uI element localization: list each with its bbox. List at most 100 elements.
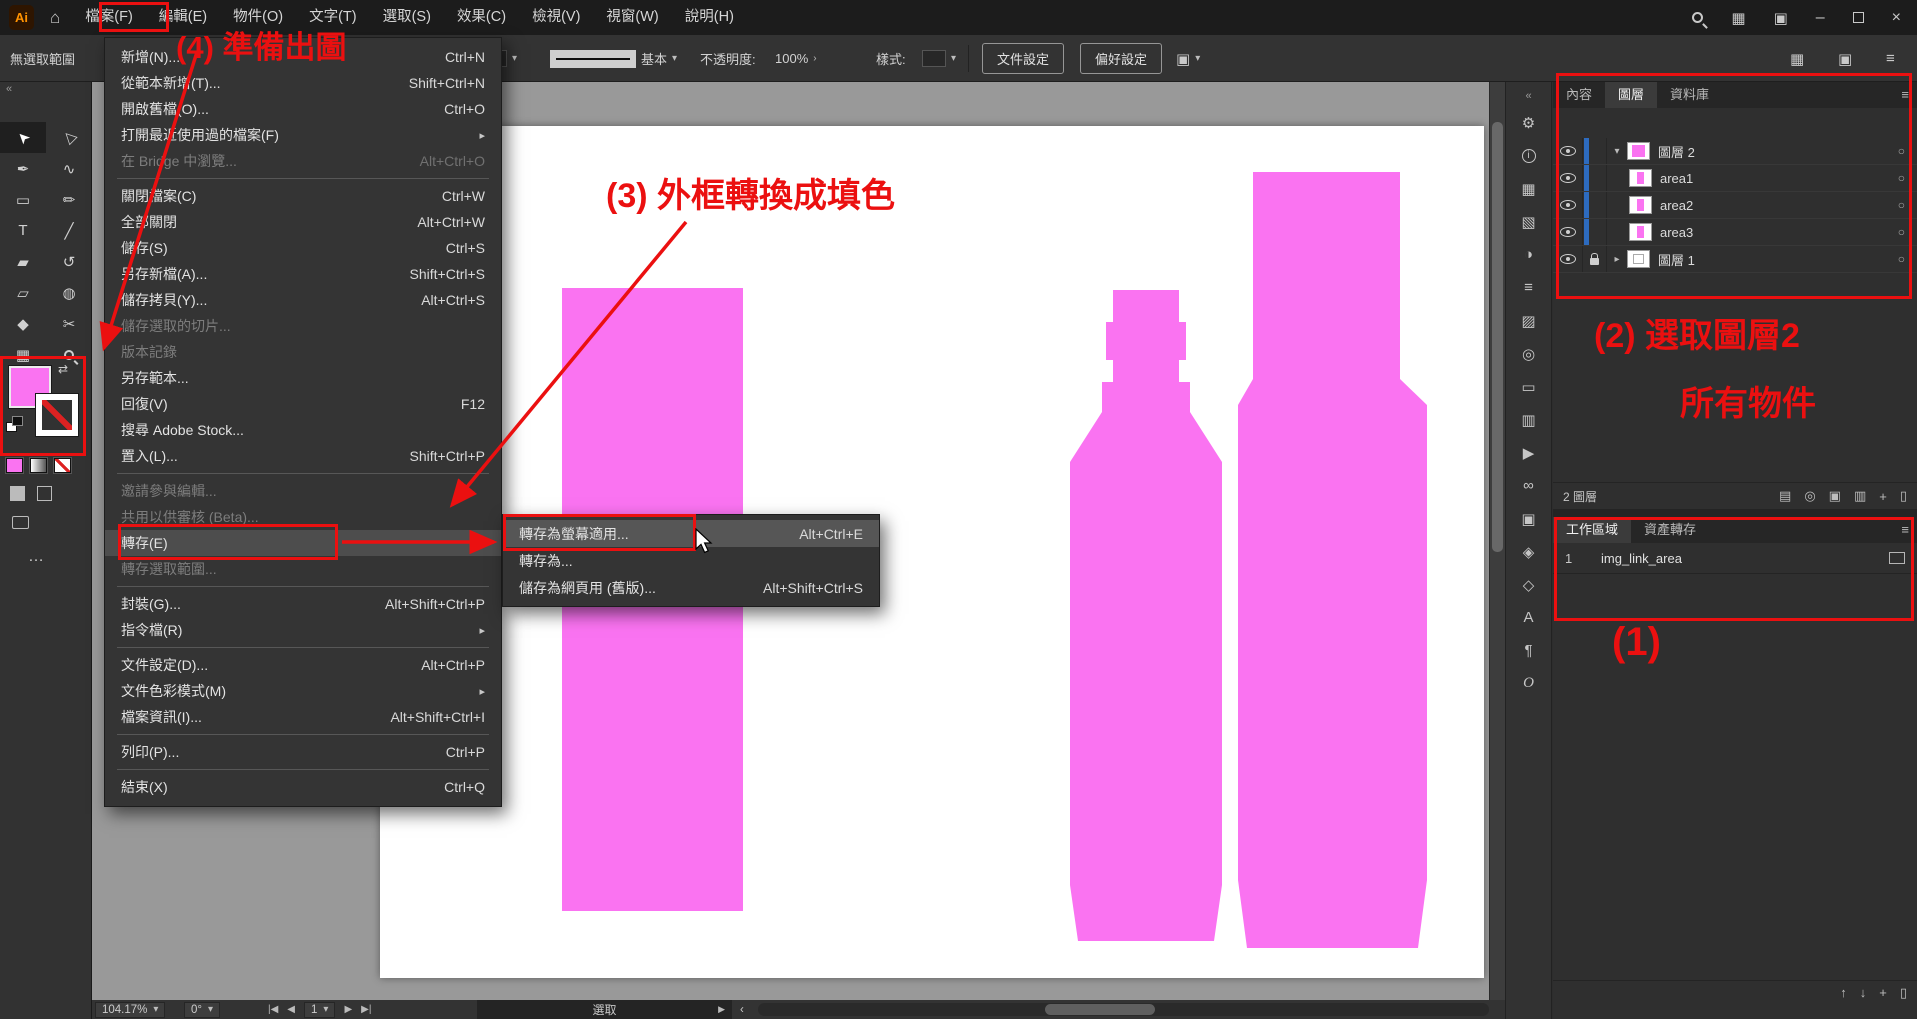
menu-item-save-for-web[interactable]: 儲存為網頁用 (舊版)...Alt+Shift+Ctrl+S	[503, 574, 879, 601]
locate-object-icon[interactable]: ◎	[1804, 488, 1815, 504]
target-circle-icon[interactable]: ○	[1898, 144, 1905, 158]
menu-window[interactable]: 視窗(W)	[593, 0, 671, 35]
artwork-bottle-small[interactable]	[1070, 290, 1222, 941]
vertical-scrollbar[interactable]	[1489, 82, 1505, 1000]
style-dropdown[interactable]: ▾	[922, 35, 956, 82]
expander-open-icon[interactable]: ▾	[1607, 146, 1627, 157]
rotation-dropdown[interactable]: 0°▾	[184, 1001, 220, 1018]
menu-edit[interactable]: 編輯(E)	[146, 0, 220, 35]
rotate-tool[interactable]: ↺	[46, 246, 92, 277]
menu-help[interactable]: 說明(H)	[672, 0, 747, 35]
artboards-panel-icon[interactable]: ▭	[1506, 370, 1551, 403]
target-circle-icon[interactable]: ○	[1898, 198, 1905, 212]
artboard-row[interactable]: 1 img_link_area	[1553, 543, 1917, 574]
pencil-tool[interactable]: ✏	[46, 184, 92, 215]
menu-item-close[interactable]: 關閉檔案(C)Ctrl+W	[105, 183, 501, 209]
panel-layout-icon[interactable]: ▣	[1838, 35, 1852, 82]
menu-item-open-recent[interactable]: 打開最近使用過的檔案(F)▸	[105, 122, 501, 148]
pen-tool[interactable]: ✒	[0, 153, 46, 184]
actions-panel-icon[interactable]: ▶	[1506, 436, 1551, 469]
new-artboard-icon[interactable]: +	[1879, 985, 1887, 1000]
visibility-eye-icon[interactable]	[1560, 254, 1576, 264]
menu-item-place[interactable]: 置入(L)...Shift+Ctrl+P	[105, 443, 501, 469]
direct-selection-tool[interactable]: ▷	[46, 122, 92, 153]
asset-export-panel-icon[interactable]: ▣	[1506, 502, 1551, 535]
menu-object[interactable]: 物件(O)	[220, 0, 296, 35]
gradient-button[interactable]	[30, 458, 47, 473]
transform-panel-icon[interactable]: ▦	[1506, 172, 1551, 205]
stroke-color-swatch[interactable]	[36, 394, 78, 436]
links-panel-icon[interactable]: ∞	[1506, 469, 1551, 502]
layer-row-layer1[interactable]: ▸ 圖層 1 ○	[1553, 246, 1917, 273]
horizontal-scrollbar-thumb[interactable]	[1045, 1004, 1155, 1015]
visibility-eye-icon[interactable]	[1560, 227, 1576, 237]
layer-row-layer2[interactable]: ▾ 圖層 2 ○	[1553, 138, 1917, 165]
transparency-panel-icon[interactable]: ▨	[1506, 304, 1551, 337]
artwork-bottle-large[interactable]	[1238, 172, 1427, 948]
target-circle-icon[interactable]: ○	[1898, 225, 1905, 239]
expand-panels-icon[interactable]: «	[1506, 86, 1551, 106]
arrange-documents-icon[interactable]: ▦	[1731, 9, 1745, 27]
panel-menu-icon[interactable]: ≡	[1901, 517, 1909, 543]
scale-tool[interactable]: ▱	[0, 277, 46, 308]
next-artboard-icon[interactable]: ▶	[344, 1004, 352, 1015]
gradient-panel-icon[interactable]: ◑	[1506, 238, 1551, 271]
search-icon[interactable]	[1692, 12, 1703, 23]
tab-libraries[interactable]: 資料庫	[1657, 82, 1722, 108]
menu-item-document-setup[interactable]: 文件設定(D)...Alt+Ctrl+P	[105, 652, 501, 678]
shape-builder-tool[interactable]: ◍	[46, 277, 92, 308]
workspace-layout-icon[interactable]: ▣	[1774, 9, 1788, 27]
line-segment-tool[interactable]: ╱	[46, 215, 92, 246]
control-menu-icon[interactable]: ≡	[1886, 35, 1895, 82]
draw-normal-icon[interactable]	[10, 486, 25, 501]
appearance-panel-icon[interactable]: ◎	[1506, 337, 1551, 370]
collapse-toolbar-icon[interactable]: «	[6, 83, 12, 95]
preferences-button[interactable]: 偏好設定	[1080, 43, 1162, 74]
adjust-panel-icon[interactable]: ⚙	[1506, 106, 1551, 139]
panel-menu-icon[interactable]: ≡	[1901, 82, 1909, 108]
opentype-panel-icon[interactable]: O	[1506, 667, 1551, 700]
character-panel-icon[interactable]: A	[1506, 601, 1551, 634]
type-tool[interactable]: T	[0, 215, 46, 246]
menu-item-export[interactable]: 轉存(E)▸	[105, 530, 501, 556]
layer-thumbnail[interactable]	[1629, 169, 1652, 187]
brush-definition-dropdown[interactable]: 基本 ▾	[550, 35, 677, 82]
menu-item-revert[interactable]: 回復(V)F12	[105, 391, 501, 417]
curvature-tool[interactable]: ∿	[46, 153, 92, 184]
tab-layers[interactable]: 圖層	[1605, 82, 1657, 108]
menu-item-exit[interactable]: 結束(X)Ctrl+Q	[105, 774, 501, 800]
menu-item-export-as[interactable]: 轉存為...	[503, 547, 879, 574]
menu-item-export-for-screens[interactable]: 轉存為螢幕適用...Alt+Ctrl+E	[503, 520, 879, 547]
target-circle-icon[interactable]: ○	[1898, 171, 1905, 185]
menu-item-save-as-template[interactable]: 另存範本...	[105, 365, 501, 391]
arrange-grid-icon[interactable]: ▦	[1790, 35, 1804, 82]
scissors-tool[interactable]: ✂	[46, 308, 92, 339]
paragraph-panel-icon[interactable]: ¶	[1506, 634, 1551, 667]
artboard-icon[interactable]	[1889, 552, 1905, 564]
layer-row-area1[interactable]: area1 ○	[1553, 165, 1917, 192]
restore-button[interactable]	[1853, 12, 1864, 23]
layer-row-area2[interactable]: area2 ○	[1553, 192, 1917, 219]
menu-item-package[interactable]: 封裝(G)...Alt+Shift+Ctrl+P	[105, 591, 501, 617]
stroke-panel-icon[interactable]: ≡	[1506, 271, 1551, 304]
menu-item-print[interactable]: 列印(P)...Ctrl+P	[105, 739, 501, 765]
reorder-down-icon[interactable]: ↓	[1860, 985, 1867, 1000]
tab-artboards[interactable]: 工作區域	[1553, 517, 1631, 543]
tab-asset-export[interactable]: 資產轉存	[1631, 517, 1709, 543]
collect-for-export-icon[interactable]: ▤	[1779, 488, 1791, 504]
menu-item-open[interactable]: 開啟舊檔(O)...Ctrl+O	[105, 96, 501, 122]
tab-properties[interactable]: 內容	[1553, 82, 1605, 108]
menu-item-save[interactable]: 儲存(S)Ctrl+S	[105, 235, 501, 261]
opacity-label[interactable]: 不透明度:	[700, 35, 756, 82]
document-setup-button[interactable]: 文件設定	[982, 43, 1064, 74]
menu-item-save-a-copy[interactable]: 儲存拷貝(Y)...Alt+Ctrl+S	[105, 287, 501, 313]
reorder-up-icon[interactable]: ↑	[1840, 985, 1847, 1000]
zoom-level-dropdown[interactable]: 104.17%▾	[95, 1001, 165, 1018]
minimize-button[interactable]: –	[1816, 0, 1825, 35]
align-panel-icon[interactable]: ▥	[1506, 403, 1551, 436]
menu-select[interactable]: 選取(S)	[370, 0, 444, 35]
screen-mode-button[interactable]	[12, 516, 29, 529]
delete-layer-icon[interactable]: ▯	[1900, 488, 1907, 504]
first-artboard-icon[interactable]: |◀	[268, 1004, 278, 1015]
rectangle-tool[interactable]: ▭	[0, 184, 46, 215]
